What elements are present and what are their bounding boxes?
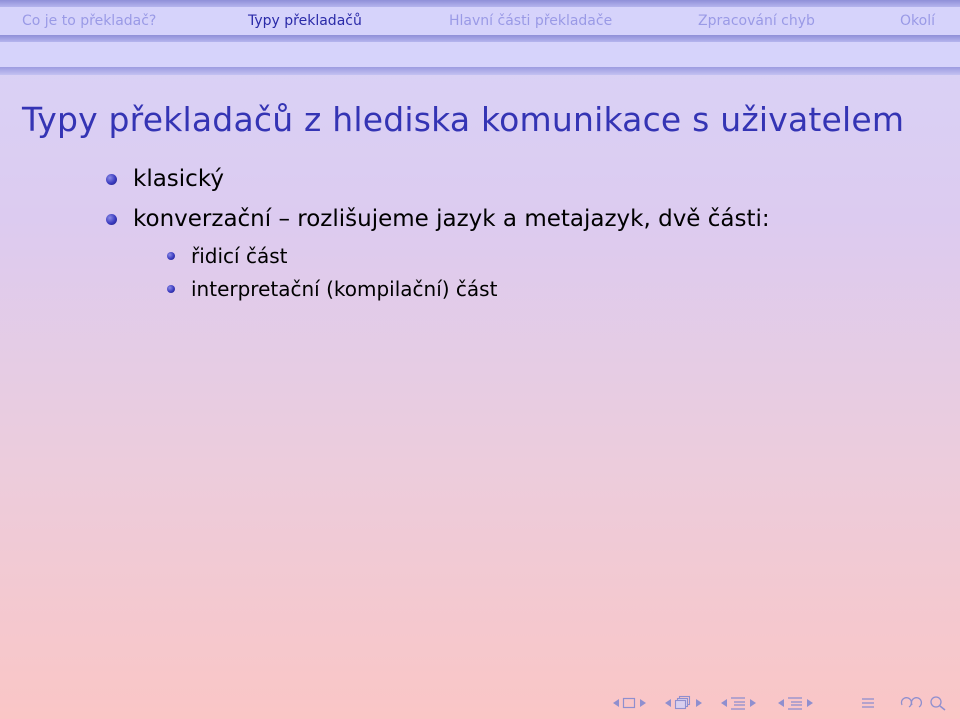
nav-section-typy-prekladacu[interactable]: Typy překladačů xyxy=(248,10,362,32)
sub-list-item-text: interpretační (kompilační) část xyxy=(191,277,498,301)
next-subsection-icon[interactable] xyxy=(749,694,757,712)
nav-section-zpracovani-chyb[interactable]: Zpracování chyb xyxy=(698,10,815,32)
sub-list-item-text: řidicí část xyxy=(191,244,288,268)
nav-section-co-je-to-prekladac[interactable]: Co je to překladač? xyxy=(22,10,156,32)
frame-icon[interactable] xyxy=(674,694,692,712)
slide-icon[interactable] xyxy=(622,694,636,712)
prev-section-icon[interactable] xyxy=(777,694,785,712)
nav-bottom-stripe xyxy=(0,67,960,75)
list-item: konverzační – rozlišujeme jazyk a metaja… xyxy=(106,204,770,234)
bullet-ball-small-icon xyxy=(167,252,175,260)
list-item: klasický xyxy=(106,164,224,194)
search-icon[interactable] xyxy=(928,694,950,712)
section-navigation-bar: Co je to překladač? Typy překladačů Hlav… xyxy=(0,0,960,75)
sub-list-item: řidicí část xyxy=(167,242,288,270)
next-section-icon[interactable] xyxy=(806,694,814,712)
list-item-text: konverzační – rozlišujeme jazyk a metaja… xyxy=(133,206,770,232)
prev-subsection-icon[interactable] xyxy=(720,694,728,712)
beamer-navigation-symbols xyxy=(612,694,952,712)
bullet-ball-icon xyxy=(106,174,117,185)
next-slide-icon[interactable] xyxy=(639,694,647,712)
nav-top-stripe xyxy=(0,0,960,7)
nav-section-hlavni-casti[interactable]: Hlavní části překladače xyxy=(449,10,612,32)
prev-frame-icon[interactable] xyxy=(664,694,672,712)
sub-list-item: interpretační (kompilační) část xyxy=(167,275,498,303)
toc-icon[interactable] xyxy=(861,694,875,712)
list-item-text: klasický xyxy=(133,166,224,192)
prev-slide-icon[interactable] xyxy=(612,694,620,712)
nav-section-okoli[interactable]: Okolí xyxy=(900,10,935,32)
subsection-icon[interactable] xyxy=(730,694,746,712)
next-frame-icon[interactable] xyxy=(695,694,703,712)
bullet-ball-small-icon xyxy=(167,285,175,293)
bullet-ball-icon xyxy=(106,214,117,225)
section-list: Co je to překladač? Typy překladačů Hlav… xyxy=(0,10,960,32)
frame-title: Typy překladačů z hlediska komunikace s … xyxy=(22,100,905,139)
section-icon[interactable] xyxy=(787,694,803,712)
back-icon[interactable] xyxy=(900,694,930,712)
nav-mid-stripe xyxy=(0,35,960,42)
